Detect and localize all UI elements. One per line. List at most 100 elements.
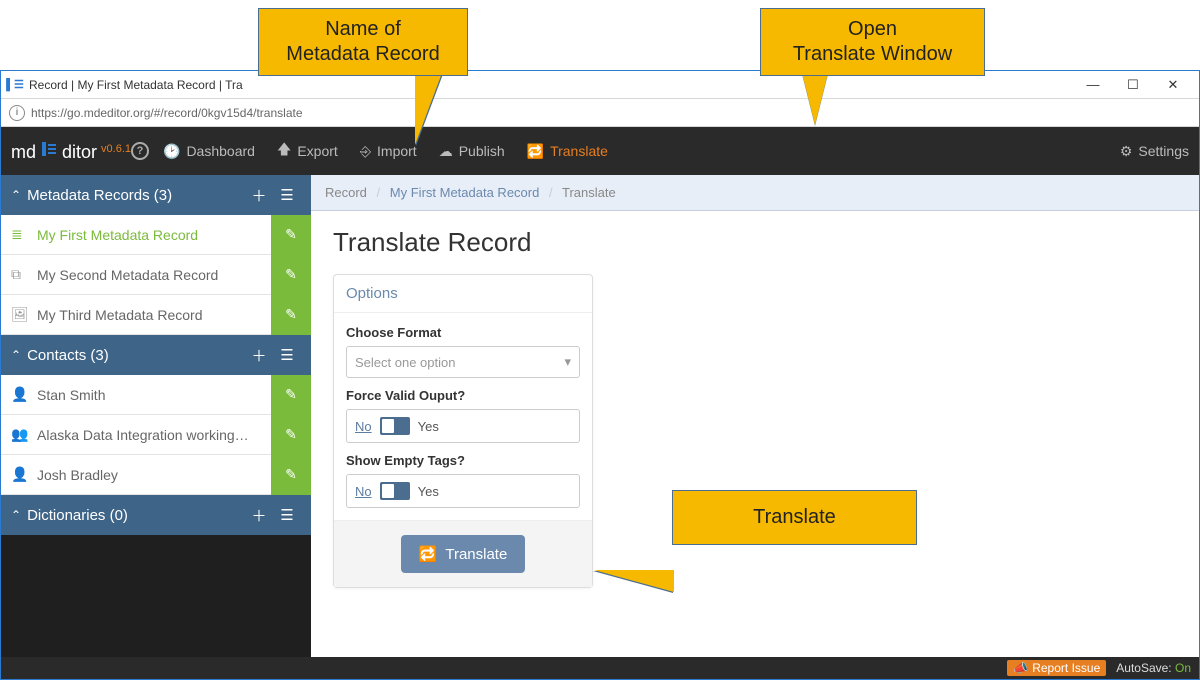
page: Translate Record Options Choose Format S… xyxy=(311,211,1199,657)
choose-format-select[interactable]: Select one option ▾ xyxy=(346,346,580,378)
sidebar-item-record-1[interactable]: ≣ My First Metadata Record ✎ xyxy=(1,215,311,255)
select-placeholder: Select one option xyxy=(355,355,455,370)
sidebar-header-label: Metadata Records (3) xyxy=(27,187,172,204)
edit-button[interactable]: ✎ xyxy=(271,255,311,295)
sidebar-item-record-2[interactable]: ⧉ My Second Metadata Record ✎ xyxy=(1,255,311,295)
sidebar-item-contact-2[interactable]: 👥 Alaska Data Integration working… ✎ xyxy=(1,415,311,455)
force-valid-toggle[interactable]: No Yes xyxy=(346,409,580,443)
sidebar-fill xyxy=(1,535,311,657)
report-issue-button[interactable]: 📣 Report Issue xyxy=(1007,660,1106,676)
report-label: Report Issue xyxy=(1032,661,1100,675)
list-icon[interactable]: ☰ xyxy=(273,186,301,204)
bullhorn-icon: 📣 xyxy=(1013,661,1028,675)
edit-button[interactable]: ✎ xyxy=(271,215,311,255)
address-bar[interactable]: i https://go.mdeditor.org/#/record/0kgv1… xyxy=(1,99,1199,127)
favicon-icon: ▌☰ xyxy=(7,77,23,93)
crumb-sep: / xyxy=(549,185,553,200)
gear-icon: ⚙ xyxy=(1120,143,1133,160)
sidebar-item-label: Josh Bradley xyxy=(37,467,271,483)
autosave-status: AutoSave: On xyxy=(1116,661,1191,675)
options-panel: Options Choose Format Select one option … xyxy=(333,274,593,588)
sidebar-item-record-3[interactable]: 🖼 My Third Metadata Record ✎ xyxy=(1,295,311,335)
toggle-yes: Yes xyxy=(418,484,439,499)
sidebar-item-contact-3[interactable]: 👤 Josh Bradley ✎ xyxy=(1,455,311,495)
retweet-icon: 🔁 xyxy=(419,545,438,563)
toggle-no: No xyxy=(355,419,372,434)
import-icon: ⎆ xyxy=(360,143,371,160)
sidebar-header-contacts[interactable]: ⌃ Contacts (3) ＋ ☰ xyxy=(1,335,311,375)
crumb-link[interactable]: My First Metadata Record xyxy=(390,185,540,200)
sidebar-item-label: Alaska Data Integration working… xyxy=(37,427,271,443)
close-button[interactable]: ✕ xyxy=(1153,73,1193,97)
sidebar-item-label: My First Metadata Record xyxy=(37,227,271,243)
crumb-root[interactable]: Record xyxy=(325,185,367,200)
toggle-switch[interactable] xyxy=(380,417,410,435)
nav-publish[interactable]: ☁Publish xyxy=(439,143,505,160)
app: md ditor v0.6.1 ? 🕑Dashboard 🡅 Export ⎆Im… xyxy=(1,127,1199,679)
callout-text: Name ofMetadata Record xyxy=(286,18,439,65)
users-icon: 👥 xyxy=(11,426,31,443)
page-title: Translate Record xyxy=(333,227,1177,258)
edit-button[interactable]: ✎ xyxy=(271,415,311,455)
maximize-button[interactable]: ☐ xyxy=(1113,73,1153,97)
nav-label: Dashboard xyxy=(186,143,255,159)
callout-text: OpenTranslate Window xyxy=(793,18,952,65)
panel-title: Options xyxy=(334,275,592,313)
translate-button[interactable]: 🔁 Translate xyxy=(401,535,526,573)
nav-import[interactable]: ⎆Import xyxy=(360,143,417,160)
toggle-no: No xyxy=(355,484,372,499)
export-icon: 🡅 xyxy=(277,139,291,163)
sidebar-header-label: Contacts (3) xyxy=(27,347,109,364)
sidebar-item-contact-1[interactable]: 👤 Stan Smith ✎ xyxy=(1,375,311,415)
show-empty-label: Show Empty Tags? xyxy=(346,453,580,468)
nav-label: Settings xyxy=(1138,143,1189,159)
callout-text: Translate xyxy=(753,506,836,528)
list-icon[interactable]: ☰ xyxy=(273,506,301,524)
callout-record-name: Name ofMetadata Record xyxy=(258,8,468,76)
chevron-up-icon: ⌃ xyxy=(11,508,21,522)
nav-translate[interactable]: 🔁 Translate xyxy=(527,143,608,160)
edit-button[interactable]: ✎ xyxy=(271,295,311,335)
help-icon[interactable]: ? xyxy=(131,142,149,160)
sidebar-item-label: My Second Metadata Record xyxy=(37,267,271,283)
translate-button-label: Translate xyxy=(445,546,507,563)
window-title: Record | My First Metadata Record | Tra xyxy=(29,78,243,92)
add-icon[interactable]: ＋ xyxy=(245,505,273,526)
main: Record / My First Metadata Record / Tran… xyxy=(311,175,1199,657)
user-icon: 👤 xyxy=(11,386,31,403)
panel-footer: 🔁 Translate xyxy=(334,520,592,587)
add-icon[interactable]: ＋ xyxy=(245,185,273,206)
sidebar-item-label: My Third Metadata Record xyxy=(37,307,271,323)
nav-dashboard[interactable]: 🕑Dashboard xyxy=(163,143,255,160)
user-icon: 👤 xyxy=(11,466,31,483)
show-empty-toggle[interactable]: No Yes xyxy=(346,474,580,508)
autosave-label: AutoSave: xyxy=(1116,661,1171,675)
toggle-switch[interactable] xyxy=(380,482,410,500)
panel-body: Choose Format Select one option ▾ Force … xyxy=(334,313,592,520)
info-icon[interactable]: i xyxy=(9,105,25,121)
choose-format-label: Choose Format xyxy=(346,325,580,340)
nav-label: Translate xyxy=(550,143,608,159)
autosave-state: On xyxy=(1175,661,1191,675)
brand[interactable]: md ditor v0.6.1 xyxy=(11,140,131,163)
nav-export[interactable]: 🡅 Export xyxy=(277,139,338,163)
breadcrumb: Record / My First Metadata Record / Tran… xyxy=(311,175,1199,211)
nav-settings[interactable]: ⚙ Settings xyxy=(1120,143,1189,160)
sidebar-header-label: Dictionaries (0) xyxy=(27,507,128,524)
edit-button[interactable]: ✎ xyxy=(271,455,311,495)
sidebar-header-dictionaries[interactable]: ⌃ Dictionaries (0) ＋ ☰ xyxy=(1,495,311,535)
toggle-yes: Yes xyxy=(418,419,439,434)
callout-open-translate: OpenTranslate Window xyxy=(760,8,985,76)
edit-button[interactable]: ✎ xyxy=(271,375,311,415)
add-icon[interactable]: ＋ xyxy=(245,345,273,366)
nav-label: Export xyxy=(297,143,337,159)
crumb-sep: / xyxy=(377,185,381,200)
copy-icon: ⧉ xyxy=(11,266,31,283)
top-nav: md ditor v0.6.1 ? 🕑Dashboard 🡅 Export ⎆Im… xyxy=(1,127,1199,175)
brand-ditor: ditor xyxy=(62,142,97,163)
callout-translate-tail xyxy=(594,570,674,592)
minimize-button[interactable]: — xyxy=(1073,73,1113,97)
sidebar-header-records[interactable]: ⌃ Metadata Records (3) ＋ ☰ xyxy=(1,175,311,215)
retweet-icon: 🔁 xyxy=(527,143,544,160)
list-icon[interactable]: ☰ xyxy=(273,346,301,364)
